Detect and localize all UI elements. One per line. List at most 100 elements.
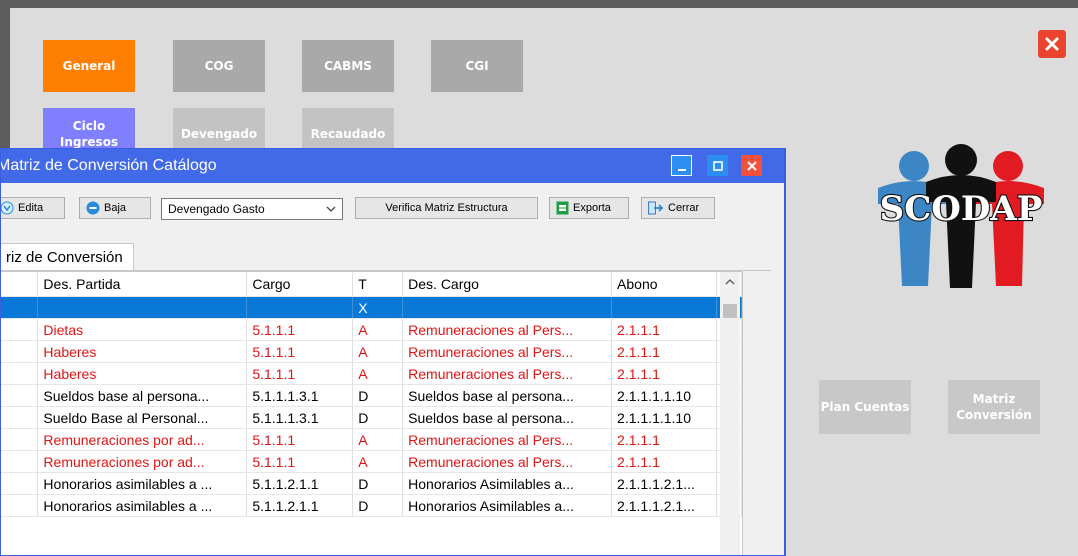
row-marker[interactable]: [1, 450, 39, 473]
column-header-marker[interactable]: [1, 272, 39, 297]
cell-des-cargo[interactable]: Sueldos base al persona...: [402, 384, 613, 407]
table-row[interactable]: Honorarios asimilables a ... 5.1.1.2.1.1 D…: [1, 494, 742, 517]
cell-des-cargo[interactable]: Remuneraciones al Pers...: [402, 428, 613, 451]
menu-tile-cabms[interactable]: CABMS: [302, 40, 394, 92]
table-row[interactable]: Dietas 5.1.1.1 A Remuneraciones al Pers... 2…: [1, 318, 742, 341]
column-header-des-cargo[interactable]: Des. Cargo: [402, 272, 613, 297]
edit-button[interactable]: Edita: [1, 197, 65, 219]
row-marker[interactable]: [1, 318, 39, 341]
cell-t[interactable]: D: [352, 494, 404, 517]
row-marker[interactable]: [1, 472, 39, 495]
vertical-scrollbar[interactable]: [720, 272, 740, 555]
cell-cargo[interactable]: 5.1.1.1.3.1: [246, 384, 354, 407]
app-close-button[interactable]: [1038, 30, 1066, 58]
cell-des-partida[interactable]: Remuneraciones por ad...: [37, 450, 248, 473]
cell-t[interactable]: A: [352, 428, 404, 451]
maximize-button[interactable]: [707, 155, 728, 176]
cell-abono[interactable]: [611, 296, 717, 319]
window-close-button[interactable]: [741, 155, 762, 176]
export-button[interactable]: Exporta: [549, 197, 629, 219]
delete-label: Baja: [104, 202, 127, 214]
cell-abono[interactable]: 2.1.1.1: [611, 428, 717, 451]
cell-t[interactable]: X: [352, 296, 404, 319]
column-header-des-partida[interactable]: Des. Partida: [37, 272, 248, 297]
cell-cargo[interactable]: 5.1.1.1.3.1: [246, 406, 354, 429]
cell-cargo[interactable]: 5.1.1.1: [246, 450, 354, 473]
cell-cargo[interactable]: 5.1.1.1: [246, 340, 354, 363]
menu-tile-general[interactable]: General: [43, 40, 135, 92]
row-marker[interactable]: [1, 494, 39, 517]
cell-des-cargo[interactable]: Remuneraciones al Pers...: [402, 362, 613, 385]
row-marker[interactable]: [1, 406, 39, 429]
cell-des-cargo[interactable]: Remuneraciones al Pers...: [402, 340, 613, 363]
cell-des-cargo[interactable]: Remuneraciones al Pers...: [402, 450, 613, 473]
period-select[interactable]: Devengado Gasto: [161, 198, 343, 220]
row-marker[interactable]: [1, 296, 39, 319]
close-label: Cerrar: [668, 202, 700, 214]
cell-t[interactable]: D: [352, 384, 404, 407]
cell-abono[interactable]: 2.1.1.1.2.1...: [611, 472, 717, 495]
table-row[interactable]: Haberes 5.1.1.1 A Remuneraciones al Pers...…: [1, 362, 742, 385]
cell-des-cargo[interactable]: Sueldos base al persona...: [402, 406, 613, 429]
table-row[interactable]: X: [1, 296, 742, 319]
cell-t[interactable]: A: [352, 340, 404, 363]
cell-des-cargo[interactable]: Honorarios Asimilables a...: [402, 494, 613, 517]
cell-des-cargo[interactable]: [402, 296, 613, 319]
cell-des-partida[interactable]: Dietas: [37, 318, 248, 341]
scrollbar-thumb[interactable]: [723, 304, 737, 318]
cell-des-partida[interactable]: Remuneraciones por ad...: [37, 428, 248, 451]
cell-des-partida[interactable]: Sueldos base al persona...: [37, 384, 248, 407]
table-row[interactable]: Haberes 5.1.1.1 A Remuneraciones al Pers...…: [1, 340, 742, 363]
cell-abono[interactable]: 2.1.1.1.2.1...: [611, 494, 717, 517]
cell-cargo[interactable]: 5.1.1.2.1.1: [246, 472, 354, 495]
cell-abono[interactable]: 2.1.1.1: [611, 450, 717, 473]
column-header-abono[interactable]: Abono: [611, 272, 717, 297]
column-header-cargo[interactable]: Cargo: [246, 272, 354, 297]
cell-t[interactable]: A: [352, 450, 404, 473]
cell-t[interactable]: D: [352, 472, 404, 495]
table-row[interactable]: Remuneraciones por ad... 5.1.1.1 A Remunera…: [1, 450, 742, 473]
cell-des-partida[interactable]: Haberes: [37, 362, 248, 385]
cell-des-partida[interactable]: Haberes: [37, 340, 248, 363]
table-row[interactable]: Remuneraciones por ad... 5.1.1.1 A Remunera…: [1, 428, 742, 451]
cell-t[interactable]: D: [352, 406, 404, 429]
toolbar: Edita Baja Devengado Gasto Verifica Matr…: [1, 183, 784, 231]
menu-tile-cog[interactable]: COG: [173, 40, 265, 92]
menu-tile-cgi[interactable]: CGI: [431, 40, 523, 92]
cell-cargo[interactable]: [246, 296, 354, 319]
row-marker[interactable]: [1, 362, 39, 385]
period-select-value: Devengado Gasto: [168, 202, 265, 216]
row-marker[interactable]: [1, 384, 39, 407]
column-header-t[interactable]: T: [352, 272, 404, 297]
cell-cargo[interactable]: 5.1.1.1: [246, 428, 354, 451]
cell-cargo[interactable]: 5.1.1.1: [246, 318, 354, 341]
cell-des-partida[interactable]: Honorarios asimilables a ...: [37, 472, 248, 495]
cell-des-partida[interactable]: Sueldo Base al Personal...: [37, 406, 248, 429]
row-marker[interactable]: [1, 340, 39, 363]
close-button[interactable]: Cerrar: [641, 197, 715, 219]
cell-cargo[interactable]: 5.1.1.1: [246, 362, 354, 385]
cell-abono[interactable]: 2.1.1.1: [611, 340, 717, 363]
table-row[interactable]: Sueldos base al persona... 5.1.1.1.3.1 D Su…: [1, 384, 742, 407]
verify-structure-button[interactable]: Verifica Matriz Estructura: [355, 197, 538, 219]
cell-des-cargo[interactable]: Honorarios Asimilables a...: [402, 472, 613, 495]
cell-des-cargo[interactable]: Remuneraciones al Pers...: [402, 318, 613, 341]
table-row[interactable]: Sueldo Base al Personal... 5.1.1.1.3.1 D Su…: [1, 406, 742, 429]
tab-matriz-conversion[interactable]: riz de Conversión: [1, 243, 134, 270]
cell-t[interactable]: A: [352, 362, 404, 385]
row-marker[interactable]: [1, 428, 39, 451]
cell-abono[interactable]: 2.1.1.1: [611, 362, 717, 385]
cell-abono[interactable]: 2.1.1.1.1.10: [611, 406, 717, 429]
window-titlebar[interactable]: Matriz de Conversión Catálogo: [1, 149, 784, 183]
cell-abono[interactable]: 2.1.1.1: [611, 318, 717, 341]
cell-des-partida[interactable]: [37, 296, 248, 319]
cell-abono[interactable]: 2.1.1.1.1.10: [611, 384, 717, 407]
side-tile-plan-cuentas[interactable]: Plan Cuentas: [819, 380, 911, 434]
cell-t[interactable]: A: [352, 318, 404, 341]
minimize-button[interactable]: [671, 155, 692, 176]
cell-cargo[interactable]: 5.1.1.2.1.1: [246, 494, 354, 517]
side-tile-matriz-conversion[interactable]: Matriz Conversión: [948, 380, 1040, 434]
table-row[interactable]: Honorarios asimilables a ... 5.1.1.2.1.1 D…: [1, 472, 742, 495]
cell-des-partida[interactable]: Honorarios asimilables a ...: [37, 494, 248, 517]
delete-button[interactable]: Baja: [79, 197, 151, 219]
